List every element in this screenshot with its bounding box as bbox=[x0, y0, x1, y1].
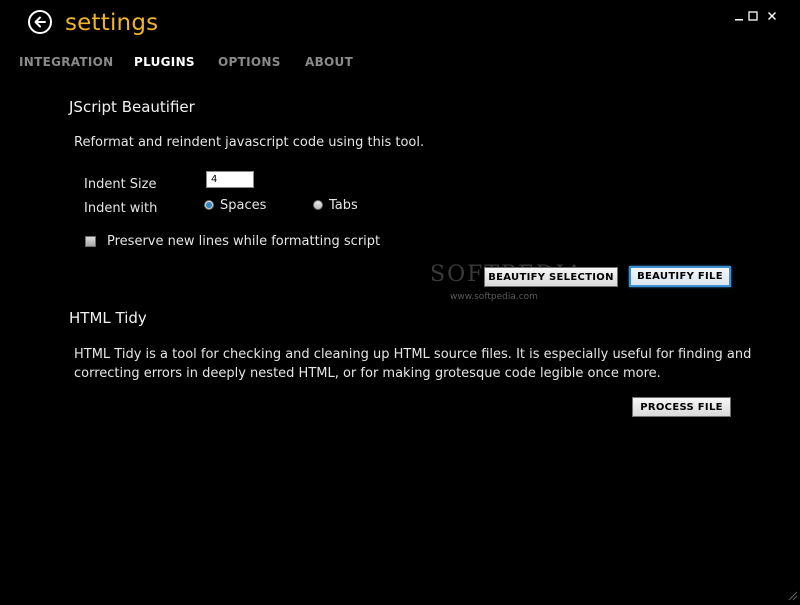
preserve-newlines-label[interactable]: Preserve new lines while formatting scri… bbox=[107, 234, 380, 249]
tidy-section-title: HTML Tidy bbox=[69, 309, 147, 327]
indent-size-input[interactable] bbox=[206, 171, 254, 188]
tab-options[interactable]: OPTIONS bbox=[218, 55, 281, 69]
minimize-button[interactable] bbox=[732, 8, 746, 24]
preserve-newlines-checkbox[interactable] bbox=[85, 236, 96, 247]
tidy-description-line2: correcting errors in deeply nested HTML,… bbox=[74, 366, 661, 381]
indent-with-label: Indent with bbox=[84, 201, 158, 216]
radio-tabs-label[interactable]: Tabs bbox=[329, 198, 358, 213]
maximize-icon bbox=[748, 11, 758, 21]
page-title: settings bbox=[65, 10, 159, 36]
jscript-description: Reformat and reindent javascript code us… bbox=[74, 135, 425, 150]
tab-about[interactable]: ABOUT bbox=[305, 55, 353, 69]
jscript-section-title: JScript Beautifier bbox=[69, 98, 195, 116]
resize-grip-icon bbox=[788, 591, 798, 601]
beautify-file-button[interactable]: BEAUTIFY FILE bbox=[629, 266, 731, 287]
close-icon bbox=[768, 12, 776, 20]
tab-plugins[interactable]: PLUGINS bbox=[134, 55, 195, 69]
radio-spaces[interactable] bbox=[204, 200, 214, 210]
indent-size-label: Indent Size bbox=[84, 177, 157, 192]
arrow-left-icon bbox=[34, 16, 46, 28]
back-button[interactable] bbox=[28, 10, 52, 34]
close-button[interactable] bbox=[765, 8, 779, 24]
radio-tabs[interactable] bbox=[313, 200, 323, 210]
tidy-description-line1: HTML Tidy is a tool for checking and cle… bbox=[74, 347, 752, 362]
tab-integration[interactable]: INTEGRATION bbox=[19, 55, 114, 69]
process-file-button[interactable]: PROCESS FILE bbox=[632, 397, 731, 417]
softpedia-url: www.softpedia.com bbox=[450, 292, 538, 302]
radio-selected-dot bbox=[206, 202, 212, 208]
resize-grip[interactable] bbox=[786, 586, 798, 601]
radio-spaces-label[interactable]: Spaces bbox=[220, 198, 266, 213]
maximize-button[interactable] bbox=[746, 8, 760, 24]
minimize-icon bbox=[735, 19, 743, 21]
beautify-selection-button[interactable]: BEAUTIFY SELECTION bbox=[484, 267, 618, 287]
